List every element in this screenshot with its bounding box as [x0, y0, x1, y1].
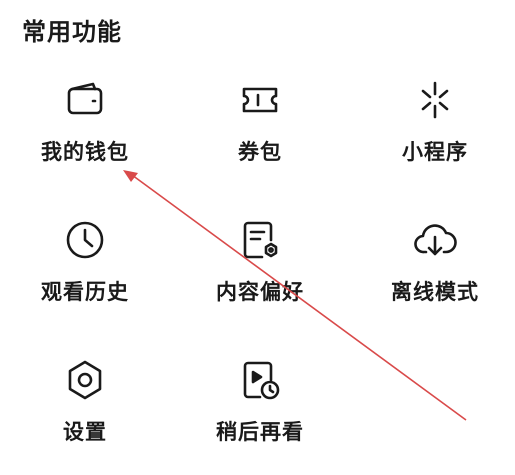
wallet-icon: [63, 78, 107, 122]
tile-label: 设置: [63, 420, 107, 444]
tile-label: 我的钱包: [41, 140, 129, 164]
tile-offline-mode[interactable]: 离线模式: [360, 218, 510, 328]
tile-label: 稍后再看: [216, 420, 304, 444]
tile-watch-history[interactable]: 观看历史: [10, 218, 160, 328]
watch-later-icon: [238, 358, 282, 402]
section-title: 常用功能: [22, 18, 122, 46]
tile-label: 内容偏好: [216, 280, 304, 304]
tile-label: 小程序: [402, 140, 468, 164]
tile-coupons[interactable]: 券包: [185, 78, 335, 188]
clock-icon: [63, 218, 107, 262]
tile-label: 观看历史: [41, 280, 129, 304]
tile-wallet[interactable]: 我的钱包: [10, 78, 160, 188]
tile-watch-later[interactable]: 稍后再看: [185, 358, 335, 468]
ticket-icon: [238, 78, 282, 122]
tile-settings[interactable]: 设置: [10, 358, 160, 468]
document-settings-icon: [238, 218, 282, 262]
tile-content-preferences[interactable]: 内容偏好: [185, 218, 335, 328]
tile-mini-programs[interactable]: 小程序: [360, 78, 510, 188]
tile-label: 离线模式: [391, 280, 479, 304]
mini-program-icon: [413, 78, 457, 122]
cloud-download-icon: [413, 218, 457, 262]
tile-label: 券包: [238, 140, 282, 164]
gear-icon: [63, 358, 107, 402]
